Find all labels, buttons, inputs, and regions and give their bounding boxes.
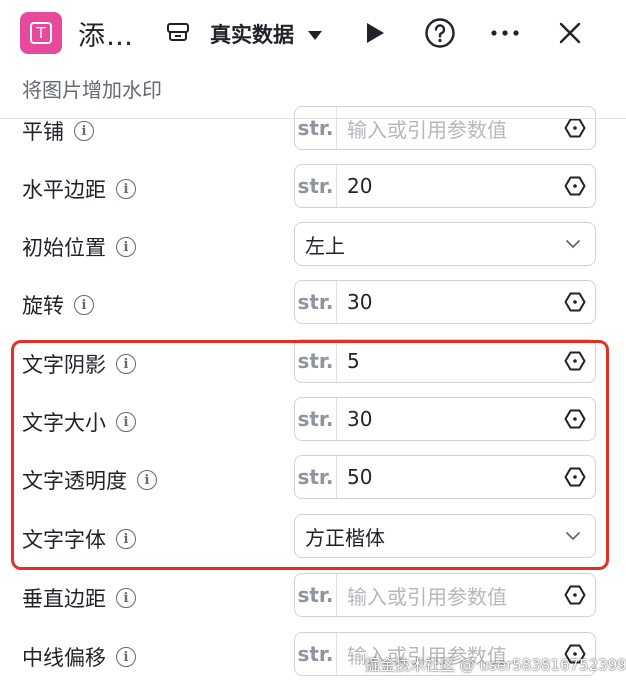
info-icon[interactable]: i (74, 121, 94, 141)
select-value: 左上 (305, 233, 345, 258)
param-label: 初始位置 i (22, 232, 136, 262)
input-placeholder[interactable]: 输入或引用参数值 (337, 581, 555, 610)
database-icon[interactable] (166, 20, 190, 44)
param-label: 旋转 i (22, 290, 94, 320)
input-value[interactable]: 30 (337, 290, 555, 314)
info-icon[interactable]: i (116, 647, 136, 667)
panel-header: T 添… 真实数据 (0, 0, 626, 66)
param-row: 文字大小 i str. 30 (0, 393, 626, 451)
param-label-text: 文字透明度 (22, 469, 127, 493)
param-label-text: 初始位置 (22, 236, 106, 260)
input-value[interactable]: 20 (337, 174, 555, 198)
variable-ref-button[interactable] (555, 407, 595, 431)
param-label: 文字阴影 i (22, 349, 136, 379)
type-badge[interactable]: str. (295, 340, 337, 382)
panel-title[interactable]: 添… (78, 14, 134, 53)
info-icon[interactable]: i (116, 529, 136, 549)
param-label-text: 水平边距 (22, 178, 106, 202)
info-icon[interactable]: i (116, 412, 136, 432)
type-badge[interactable]: str. (295, 398, 337, 440)
param-select[interactable]: 左上 (294, 222, 596, 266)
info-icon[interactable]: i (116, 237, 136, 257)
variable-ref-icon (564, 176, 586, 196)
param-label-text: 文字阴影 (22, 353, 106, 377)
more-icon (491, 30, 519, 36)
info-icon[interactable]: i (116, 354, 136, 374)
input-value[interactable]: 30 (337, 407, 555, 431)
type-badge[interactable]: str. (295, 165, 337, 207)
text-tool-icon: T (20, 12, 62, 54)
param-select[interactable]: 方正楷体 (294, 514, 596, 558)
close-icon (559, 22, 581, 44)
select-value: 方正楷体 (305, 525, 385, 550)
variable-ref-button[interactable] (555, 465, 595, 489)
play-icon (367, 23, 384, 43)
variable-ref-button[interactable] (555, 116, 595, 140)
param-label-text: 平铺 (22, 120, 64, 144)
param-row: 文字透明度 i str. 50 (0, 451, 626, 509)
param-input[interactable]: str. 20 (294, 164, 596, 208)
param-label-text: 中线偏移 (22, 646, 106, 670)
info-icon[interactable]: i (116, 179, 136, 199)
param-input[interactable]: str. 30 (294, 280, 596, 324)
param-label: 水平边距 i (22, 174, 136, 204)
info-icon[interactable]: i (116, 588, 136, 608)
variable-ref-button[interactable] (555, 174, 595, 198)
param-row: 垂直边距 i str. 输入或引用参数值 (0, 569, 626, 627)
type-badge[interactable]: str. (295, 281, 337, 323)
variable-ref-icon (564, 409, 586, 429)
param-label-text: 旋转 (22, 294, 64, 318)
type-badge[interactable]: str. (295, 633, 337, 675)
param-label: 平铺 i (22, 116, 94, 146)
param-input[interactable]: str. 50 (294, 455, 596, 499)
data-source-select[interactable]: 真实数据 (210, 19, 322, 49)
param-input[interactable]: str. 30 (294, 397, 596, 441)
param-row: 文字字体 i 方正楷体 (0, 510, 626, 568)
input-value[interactable]: 50 (337, 465, 555, 489)
param-label-text: 垂直边距 (22, 587, 106, 611)
param-label-text: 文字大小 (22, 411, 106, 435)
param-input[interactable]: str. 输入或引用参数值 (294, 573, 596, 617)
help-button[interactable] (421, 14, 459, 52)
run-button[interactable] (356, 14, 394, 52)
variable-ref-icon (564, 118, 586, 138)
info-icon[interactable]: i (137, 470, 157, 490)
param-row: 平铺 i str. 输入或引用参数值 (0, 102, 626, 160)
type-badge[interactable]: str. (295, 574, 337, 616)
param-label: 文字大小 i (22, 407, 136, 437)
variable-ref-icon (564, 292, 586, 312)
type-badge[interactable]: str. (295, 107, 337, 149)
panel-description: 将图片增加水印 (22, 78, 162, 102)
info-icon[interactable]: i (74, 295, 94, 315)
type-badge[interactable]: str. (295, 456, 337, 498)
param-label: 垂直边距 i (22, 583, 136, 613)
param-label-text: 文字字体 (22, 528, 106, 552)
variable-ref-icon (564, 467, 586, 487)
param-input[interactable]: str. 输入或引用参数值 (294, 106, 596, 150)
chevron-down-icon (566, 532, 580, 540)
data-source-label: 真实数据 (210, 23, 294, 47)
variable-ref-icon (564, 585, 586, 605)
param-row: 旋转 i str. 30 (0, 276, 626, 334)
param-row: 文字阴影 i str. 5 (0, 335, 626, 393)
variable-ref-button[interactable] (555, 583, 595, 607)
close-button[interactable] (551, 14, 589, 52)
param-row: 水平边距 i str. 20 (0, 160, 626, 218)
input-value[interactable]: 5 (337, 349, 555, 373)
help-icon (425, 18, 455, 48)
param-label: 文字字体 i (22, 524, 136, 554)
variable-ref-button[interactable] (555, 349, 595, 373)
caret-down-icon (308, 31, 322, 40)
param-label: 中线偏移 i (22, 642, 136, 672)
header-divider (0, 118, 626, 119)
variable-ref-icon (564, 351, 586, 371)
more-button[interactable] (486, 14, 524, 52)
param-label: 文字透明度 i (22, 465, 157, 495)
watermark-text: 掘金技术社区 @ user5838167523996 (365, 656, 626, 674)
param-input[interactable]: str. 5 (294, 339, 596, 383)
variable-ref-button[interactable] (555, 290, 595, 314)
chevron-down-icon (566, 240, 580, 248)
param-row: 初始位置 i 左上 (0, 218, 626, 276)
